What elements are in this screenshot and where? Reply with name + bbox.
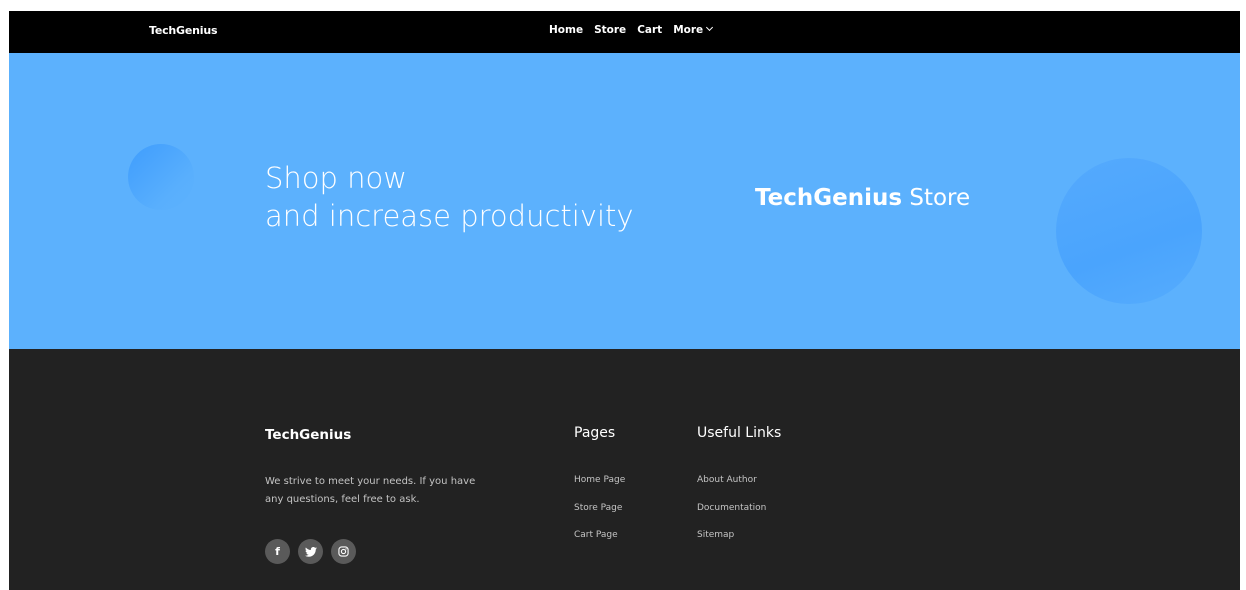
store-title-suffix: Store <box>902 185 971 211</box>
facebook-glyph: f <box>275 545 280 558</box>
facebook-icon[interactable]: f <box>265 539 290 564</box>
footer: TechGenius We strive to meet your needs.… <box>9 349 1240 590</box>
footer-brand: TechGenius <box>265 427 352 443</box>
chevron-down-icon <box>706 23 714 32</box>
footer-pages-title: Pages <box>574 425 616 441</box>
page: TechGenius Home Store Cart More Shop now… <box>9 11 1240 590</box>
decorative-circle-large <box>1056 158 1202 304</box>
nav-link-cart[interactable]: Cart <box>637 24 662 36</box>
footer-link-about-author[interactable]: About Author <box>697 475 766 503</box>
nav-links: Home Store Cart More <box>549 23 714 36</box>
twitter-bird-svg <box>304 546 317 557</box>
social-links: f <box>265 539 356 564</box>
hero-headline-line-2: and increase productivity <box>265 199 634 233</box>
footer-link-sitemap[interactable]: Sitemap <box>697 530 766 558</box>
twitter-icon[interactable] <box>298 539 323 564</box>
nav-link-more[interactable]: More <box>673 23 714 36</box>
footer-link-store-page[interactable]: Store Page <box>574 503 625 531</box>
nav-link-more-label: More <box>673 24 704 36</box>
footer-pages-links: Home Page Store Page Cart Page <box>574 475 625 558</box>
store-title: TechGenius Store <box>755 185 970 211</box>
footer-link-documentation[interactable]: Documentation <box>697 503 766 531</box>
nav-link-home[interactable]: Home <box>549 24 583 36</box>
decorative-circle-small <box>128 144 194 210</box>
instagram-camera-svg <box>338 546 349 557</box>
footer-description: We strive to meet your needs. If you hav… <box>265 476 476 505</box>
store-title-brand: TechGenius <box>755 185 903 211</box>
navbar-brand[interactable]: TechGenius <box>149 24 218 37</box>
hero-banner: Shop now and increase productivity TechG… <box>9 53 1240 349</box>
navbar: TechGenius Home Store Cart More <box>9 11 1240 53</box>
instagram-icon[interactable] <box>331 539 356 564</box>
nav-link-store[interactable]: Store <box>594 24 626 36</box>
hero-headline-line-1: Shop now <box>265 161 407 195</box>
footer-useful-links: About Author Documentation Sitemap <box>697 475 766 558</box>
footer-useful-links-title: Useful Links <box>697 425 782 441</box>
footer-link-cart-page[interactable]: Cart Page <box>574 530 625 558</box>
footer-link-home-page[interactable]: Home Page <box>574 475 625 503</box>
